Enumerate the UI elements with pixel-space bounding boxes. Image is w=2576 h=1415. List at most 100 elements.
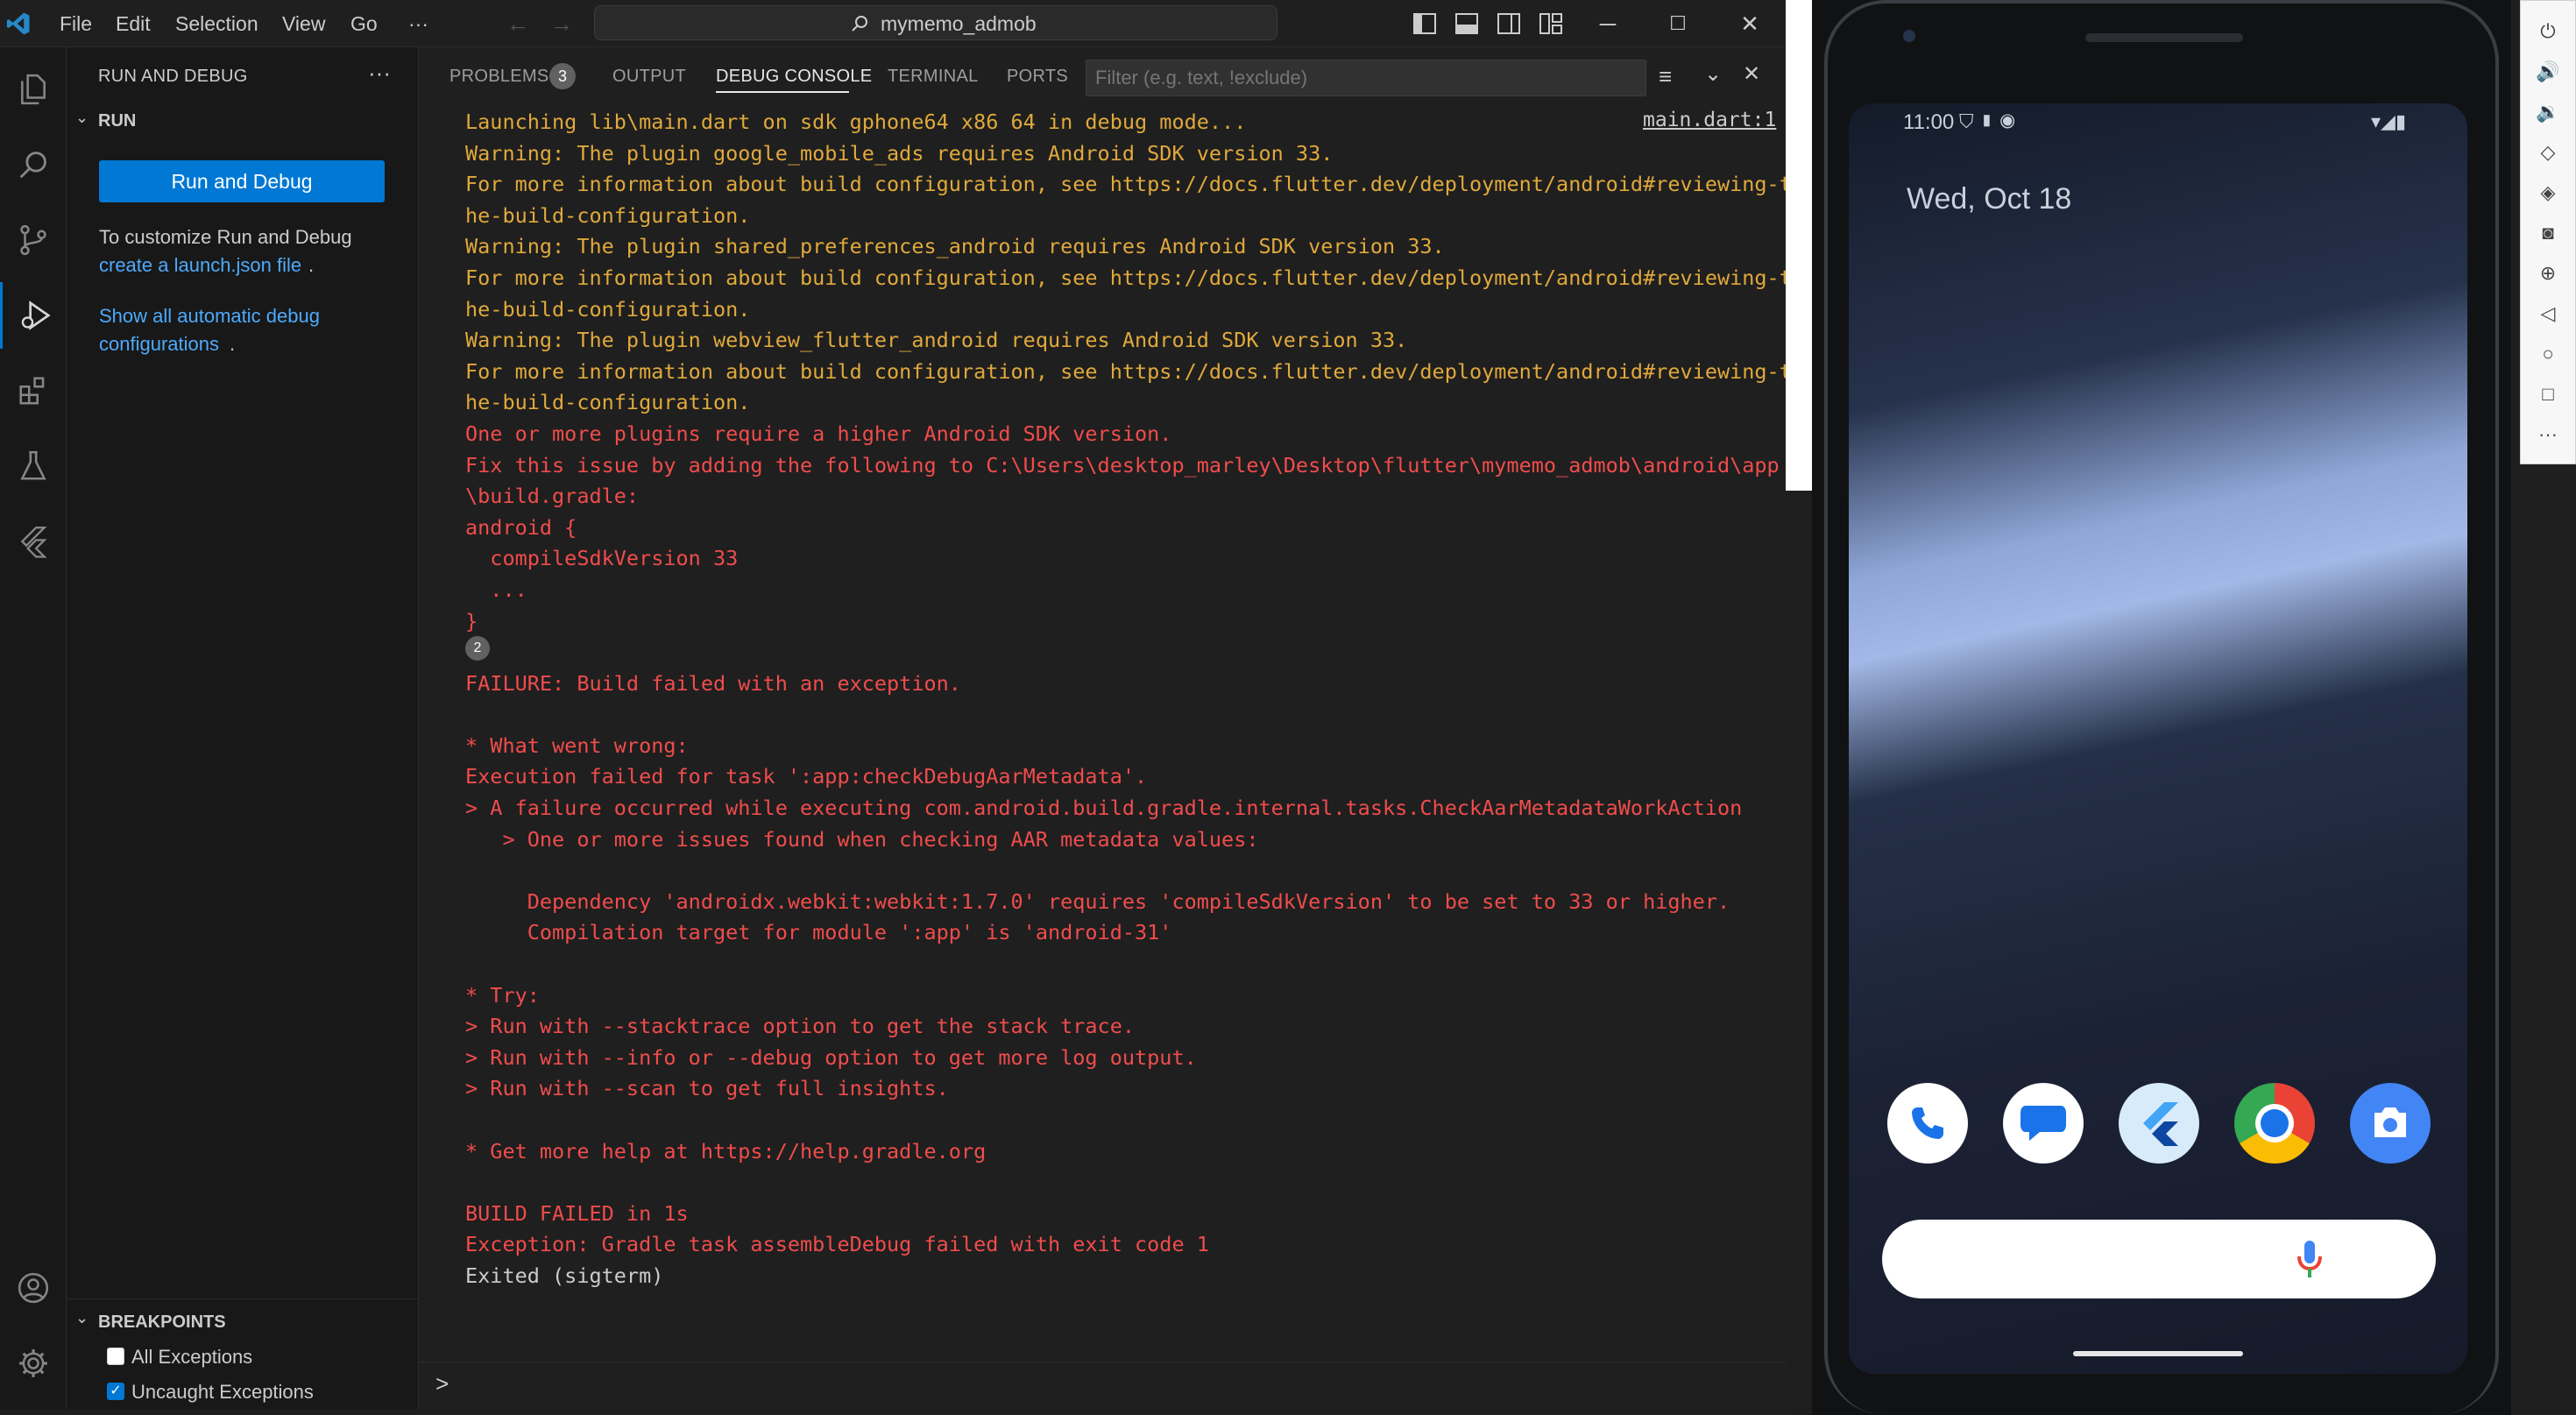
menu-file[interactable]: File	[60, 0, 92, 47]
maximize-icon[interactable]: ☐	[1663, 9, 1693, 39]
console-line: For more information about build configu…	[465, 265, 1792, 290]
chevron-down-icon[interactable]: ⌄	[1704, 61, 1722, 87]
chevron-down-icon[interactable]: ⌄	[75, 1309, 88, 1327]
console-line: FAILURE: Build failed with an exception.	[465, 670, 961, 696]
repeat-count-badge: 2	[465, 636, 490, 661]
filter-text-field[interactable]	[1086, 60, 1645, 96]
console-line: * Get more help at https://help.gradle.o…	[465, 1138, 987, 1164]
tab-output[interactable]: OUTPUT	[612, 67, 686, 87]
minimize-icon[interactable]: ─	[1593, 9, 1623, 39]
menu-selection[interactable]: Selection	[175, 0, 258, 47]
rotate-left-icon[interactable]: ◇	[2535, 139, 2561, 166]
volume-up-icon[interactable]: 🔊	[2535, 59, 2561, 85]
phone-app-icon[interactable]	[1887, 1083, 1968, 1164]
command-center-search[interactable]: mymemo_admob	[594, 5, 1277, 40]
menu-view[interactable]: View	[282, 0, 325, 47]
run-section-header[interactable]: RUN	[98, 111, 136, 131]
tab-terminal[interactable]: TERMINAL	[888, 67, 979, 87]
more-icon[interactable]: ···	[2535, 421, 2561, 448]
debug-console-panel: PROBLEMS 3 OUTPUT DEBUG CONSOLE TERMINAL…	[420, 47, 1792, 1410]
volume-down-icon[interactable]: 🔉	[2535, 99, 2561, 125]
camera-app-icon[interactable]	[2350, 1083, 2431, 1164]
toggle-secondary-sidebar-icon[interactable]	[1497, 12, 1521, 35]
emulator-screen[interactable]: 11:00 ⛉ ▮ ◉ ▾◢▮ Wed, Oct 18	[1849, 103, 2467, 1374]
settings-gear-icon[interactable]	[0, 1330, 67, 1397]
console-line: \build.gradle:	[465, 484, 640, 509]
customize-layout-icon[interactable]	[1539, 12, 1563, 35]
home-circle-icon[interactable]: ○	[2535, 341, 2561, 367]
toggle-panel-icon[interactable]	[1454, 12, 1479, 35]
divider	[67, 1298, 419, 1299]
console-line: > One or more issues found when checking…	[465, 826, 1259, 852]
tab-ports[interactable]: PORTS	[1007, 67, 1068, 87]
problems-count-badge: 3	[549, 63, 576, 89]
run-and-debug-sidebar: RUN AND DEBUG ··· ⌄ RUN Run and Debug To…	[67, 47, 419, 1410]
console-line: > Run with --info or --debug option to g…	[465, 1044, 1197, 1070]
console-line: BUILD FAILED in 1s	[465, 1200, 689, 1226]
title-bar: File Edit Selection View Go ··· ← → myme…	[0, 0, 1786, 47]
chevron-down-icon[interactable]: ⌄	[75, 109, 88, 127]
console-line: Fix this issue by adding the following t…	[465, 452, 1780, 478]
background-window-strip	[1786, 0, 1812, 1415]
close-icon[interactable]: ✕	[1735, 9, 1765, 39]
explorer-icon[interactable]	[0, 56, 67, 123]
zoom-icon[interactable]: ⊕	[2535, 260, 2561, 287]
emulator-toolbar: ⏻ 🔊 🔉 ◇ ◈ ◙ ⊕ ◁ ○ □ ···	[2520, 0, 2576, 464]
more-actions-icon[interactable]: ···	[368, 60, 391, 87]
extensions-icon[interactable]	[0, 357, 67, 424]
menu-more[interactable]: ···	[408, 0, 428, 47]
screenshot-camera-icon[interactable]: ◙	[2535, 220, 2561, 246]
run-and-debug-button[interactable]: Run and Debug	[99, 160, 385, 202]
sidebar-title: RUN AND DEBUG	[98, 67, 248, 86]
breakpoints-header[interactable]: BREAKPOINTS	[98, 1312, 226, 1333]
console-prompt-icon[interactable]: >	[435, 1370, 449, 1397]
period-text: .	[230, 333, 236, 355]
console-line: * What went wrong:	[465, 732, 689, 758]
console-line: One or more plugins require a higher And…	[465, 421, 1172, 446]
console-line: android {	[465, 514, 577, 540]
account-icon[interactable]	[0, 1255, 67, 1321]
search-icon[interactable]	[0, 131, 67, 198]
menu-edit[interactable]: Edit	[116, 0, 151, 47]
back-triangle-icon[interactable]: ◁	[2535, 301, 2561, 327]
word-wrap-icon[interactable]: ≡	[1659, 63, 1672, 90]
chrome-app-icon[interactable]	[2234, 1083, 2315, 1164]
tab-debug-console[interactable]: DEBUG CONSOLE	[716, 67, 872, 87]
rotate-right-icon[interactable]: ◈	[2535, 180, 2561, 206]
google-search-bar[interactable]	[1882, 1220, 2436, 1298]
console-output: Launching lib\main.dart on sdk gphone64 …	[465, 107, 1792, 1292]
back-arrow-icon[interactable]: ←	[503, 9, 533, 39]
show-debug-configurations-link-2[interactable]: configurations	[99, 333, 219, 356]
create-launch-json-link[interactable]: create a launch.json file	[99, 254, 301, 277]
show-debug-configurations-link[interactable]: Show all automatic debug	[99, 305, 320, 328]
source-control-icon[interactable]	[0, 207, 67, 273]
all-exceptions-label: All Exceptions	[131, 1346, 253, 1368]
overview-square-icon[interactable]: □	[2535, 381, 2561, 407]
power-icon[interactable]: ⏻	[2535, 18, 2561, 45]
run-and-debug-icon[interactable]	[0, 282, 67, 349]
forward-arrow-icon[interactable]: →	[547, 9, 577, 39]
flutter-icon[interactable]	[0, 508, 67, 575]
status-time: 11:00	[1903, 110, 1955, 134]
testing-flask-icon[interactable]	[0, 433, 67, 499]
flutter-app-icon[interactable]	[2119, 1083, 2199, 1164]
all-exceptions-checkbox[interactable]	[107, 1348, 124, 1365]
uncaught-exceptions-checkbox[interactable]: ✓	[107, 1383, 124, 1400]
menu-go[interactable]: Go	[350, 0, 378, 47]
status-notification-icons: ⛉ ▮ ◉	[1959, 110, 2015, 132]
command-center-label: mymemo_admob	[881, 12, 1037, 35]
tab-problems[interactable]: PROBLEMS	[449, 67, 549, 87]
close-panel-icon[interactable]: ✕	[1743, 61, 1760, 87]
messages-app-icon[interactable]	[2003, 1083, 2084, 1164]
toggle-sidebar-icon[interactable]	[1412, 12, 1437, 35]
console-line: he-build-configuration.	[465, 390, 751, 415]
filter-input[interactable]	[1086, 60, 1646, 96]
gesture-nav-bar[interactable]	[2073, 1351, 2243, 1356]
console-line: Execution failed for task ':app:checkDeb…	[465, 764, 1148, 789]
microphone-icon[interactable]	[2296, 1239, 2324, 1281]
